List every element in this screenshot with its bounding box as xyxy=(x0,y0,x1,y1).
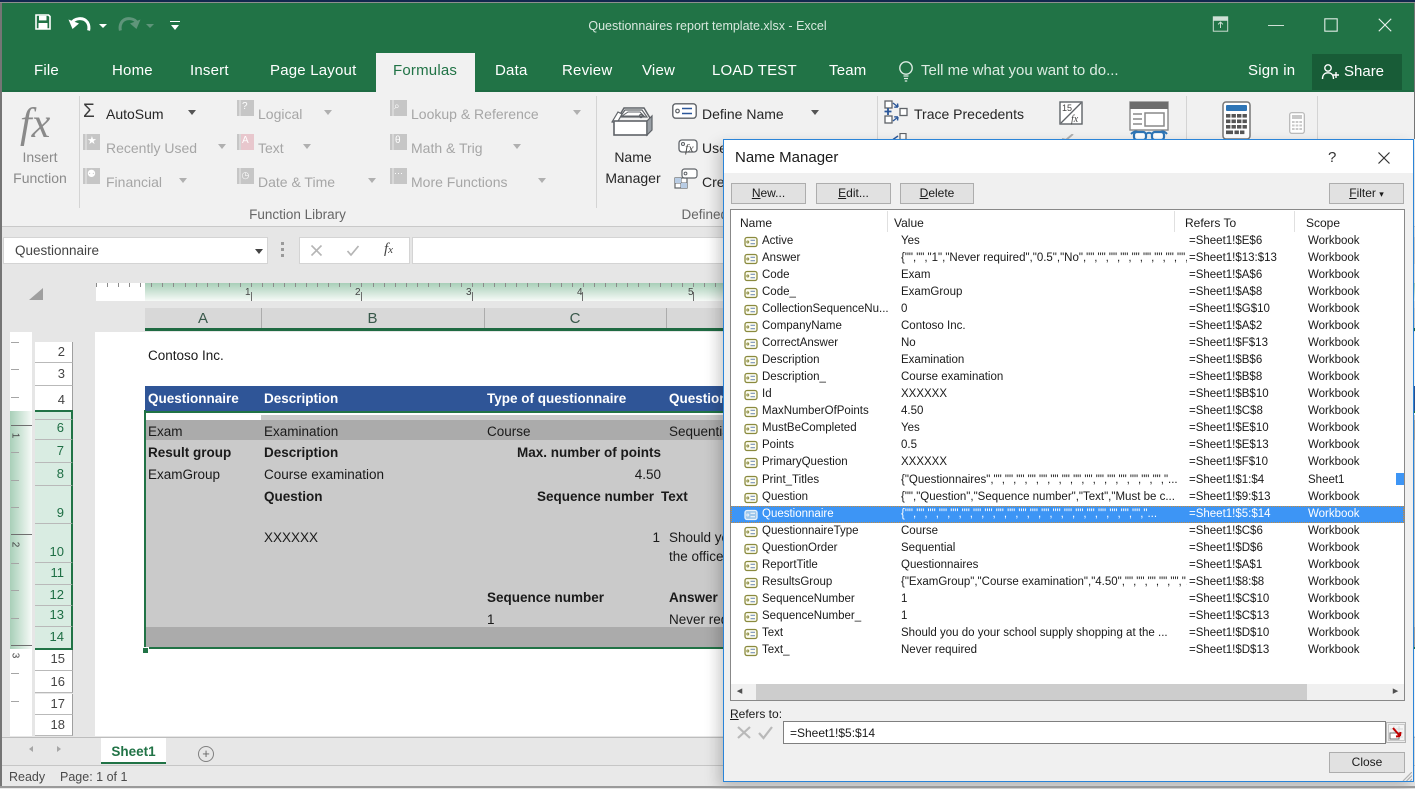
svg-text:15: 15 xyxy=(1062,103,1072,113)
svg-text:fx: fx xyxy=(685,141,694,155)
svg-text:fx: fx xyxy=(1071,114,1079,125)
